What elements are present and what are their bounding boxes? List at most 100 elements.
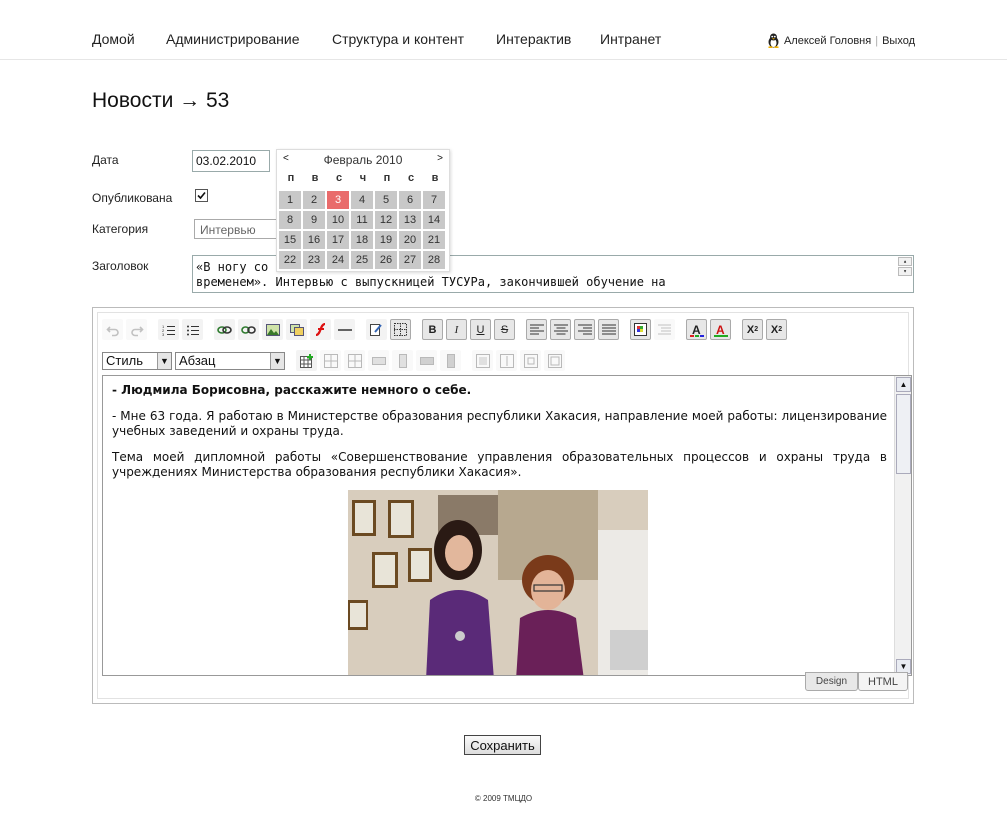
table-border-icon[interactable] bbox=[390, 319, 411, 340]
undo-icon[interactable] bbox=[102, 319, 123, 340]
calendar-next-button[interactable]: > bbox=[437, 153, 443, 164]
nav-administration[interactable]: Администрирование bbox=[166, 31, 300, 47]
calendar-day[interactable]: 18 bbox=[351, 231, 373, 249]
calendar-day[interactable]: 2 bbox=[303, 191, 325, 209]
title-scrollbar[interactable]: ▴ ▾ bbox=[898, 257, 912, 290]
calendar-day[interactable]: 16 bbox=[303, 231, 325, 249]
calendar-day-selected[interactable]: 3 bbox=[327, 191, 349, 209]
image-icon[interactable] bbox=[262, 319, 283, 340]
unordered-list-icon[interactable] bbox=[182, 319, 203, 340]
rich-text-editor: 123 B I U S A A X 2 X 2 Стиль ▼ Абзац ▼ … bbox=[92, 307, 914, 704]
nav-intranet[interactable]: Интранет bbox=[600, 31, 661, 47]
nav-interactive[interactable]: Интерактив bbox=[496, 31, 571, 47]
insert-row-icon[interactable] bbox=[368, 350, 389, 371]
paragraph-answer: - Мне 63 года. Я работаю в Министерстве … bbox=[112, 409, 887, 438]
user-area: Алексей Головня | Выход bbox=[767, 33, 915, 48]
html-mode-tab[interactable]: HTML bbox=[858, 672, 908, 691]
logout-link[interactable]: Выход bbox=[882, 35, 915, 47]
calendar-day[interactable]: 26 bbox=[375, 251, 397, 269]
insert-table-icon[interactable] bbox=[296, 350, 317, 371]
calendar-day[interactable]: 1 bbox=[279, 191, 301, 209]
calendar-day[interactable]: 12 bbox=[375, 211, 397, 229]
flash-icon[interactable] bbox=[310, 319, 331, 340]
strike-icon[interactable]: S bbox=[494, 319, 515, 340]
align-center-icon[interactable] bbox=[550, 319, 571, 340]
ordered-list-icon[interactable]: 123 bbox=[158, 319, 179, 340]
calendar-day[interactable]: 13 bbox=[399, 211, 421, 229]
calendar-day[interactable]: 9 bbox=[303, 211, 325, 229]
calendar-day[interactable]: 23 bbox=[303, 251, 325, 269]
calendar-day[interactable]: 11 bbox=[351, 211, 373, 229]
calendar-day[interactable]: 24 bbox=[327, 251, 349, 269]
underline-icon[interactable]: U bbox=[470, 319, 491, 340]
calendar-day[interactable]: 25 bbox=[351, 251, 373, 269]
editor-content-area[interactable]: - Людмила Борисовна, расскажите немного … bbox=[102, 375, 912, 676]
scroll-up-icon[interactable]: ▴ bbox=[898, 257, 912, 266]
calendar-day[interactable]: 22 bbox=[279, 251, 301, 269]
svg-text:A: A bbox=[692, 323, 701, 337]
italic-icon[interactable]: I bbox=[446, 319, 467, 340]
delete-row-icon[interactable] bbox=[416, 350, 437, 371]
category-select[interactable]: Интервью bbox=[194, 219, 284, 239]
merge-cells-icon[interactable] bbox=[472, 350, 493, 371]
calendar-weekday: п bbox=[383, 172, 391, 184]
align-left-icon[interactable] bbox=[526, 319, 547, 340]
edit-source-icon[interactable] bbox=[366, 319, 387, 340]
image-manager-icon[interactable] bbox=[286, 319, 307, 340]
cell-spacing-icon[interactable] bbox=[544, 350, 565, 371]
table-properties-icon[interactable] bbox=[320, 350, 341, 371]
cell-padding-icon[interactable] bbox=[520, 350, 541, 371]
tux-icon bbox=[768, 33, 779, 48]
calendar-day[interactable]: 19 bbox=[375, 231, 397, 249]
font-color-icon[interactable]: A bbox=[686, 319, 707, 340]
editor-text: - Людмила Борисовна, расскажите немного … bbox=[112, 383, 887, 491]
unlink-icon[interactable] bbox=[238, 319, 259, 340]
clean-icon[interactable] bbox=[654, 319, 675, 340]
link-icon[interactable] bbox=[214, 319, 235, 340]
calendar-day[interactable]: 6 bbox=[399, 191, 421, 209]
nav-home[interactable]: Домой bbox=[92, 31, 135, 47]
nav-structure-content[interactable]: Структура и контент bbox=[332, 31, 464, 47]
calendar-day[interactable]: 10 bbox=[327, 211, 349, 229]
delete-column-icon[interactable] bbox=[440, 350, 461, 371]
format-select[interactable]: Абзац ▼ bbox=[175, 351, 285, 370]
calendar-header: < Февраль 2010 > bbox=[277, 153, 449, 167]
align-right-icon[interactable] bbox=[574, 319, 595, 340]
scroll-thumb[interactable] bbox=[896, 394, 911, 474]
calendar-day[interactable]: 7 bbox=[423, 191, 445, 209]
calendar-day[interactable]: 20 bbox=[399, 231, 421, 249]
paste-word-icon[interactable] bbox=[630, 319, 651, 340]
align-justify-icon[interactable] bbox=[598, 319, 619, 340]
scroll-down-icon[interactable]: ▾ bbox=[898, 267, 912, 276]
scroll-up-icon[interactable]: ▲ bbox=[896, 377, 911, 392]
calendar-month: Февраль 2010 bbox=[323, 153, 403, 167]
calendar-day[interactable]: 15 bbox=[279, 231, 301, 249]
superscript-icon[interactable]: X2 bbox=[742, 319, 763, 340]
calendar-weekday: с bbox=[407, 172, 415, 184]
editor-frame: 123 B I U S A A X 2 X 2 Стиль ▼ Абзац ▼ … bbox=[97, 312, 912, 699]
split-cells-icon[interactable] bbox=[496, 350, 517, 371]
editor-scrollbar[interactable]: ▲ ▼ bbox=[894, 376, 911, 675]
subscript-icon[interactable]: X2 bbox=[766, 319, 787, 340]
cell-properties-icon[interactable] bbox=[344, 350, 365, 371]
save-button[interactable]: Сохранить bbox=[464, 735, 541, 755]
published-checkbox[interactable] bbox=[195, 189, 208, 202]
redo-icon[interactable] bbox=[126, 319, 147, 340]
calendar-day[interactable]: 17 bbox=[327, 231, 349, 249]
calendar-day[interactable]: 8 bbox=[279, 211, 301, 229]
highlight-icon[interactable]: A bbox=[710, 319, 731, 340]
calendar-day[interactable]: 14 bbox=[423, 211, 445, 229]
date-input[interactable]: 03.02.2010 bbox=[192, 150, 270, 172]
bold-icon[interactable]: B bbox=[422, 319, 443, 340]
calendar-day[interactable]: 27 bbox=[399, 251, 421, 269]
title-label: Заголовок bbox=[92, 259, 149, 273]
calendar-day[interactable]: 5 bbox=[375, 191, 397, 209]
user-name-link[interactable]: Алексей Головня bbox=[784, 35, 871, 47]
calendar-day[interactable]: 4 bbox=[351, 191, 373, 209]
horizontal-rule-icon[interactable] bbox=[334, 319, 355, 340]
calendar-day[interactable]: 28 bbox=[423, 251, 445, 269]
design-mode-tab[interactable]: Design bbox=[805, 672, 858, 691]
calendar-day[interactable]: 21 bbox=[423, 231, 445, 249]
style-select[interactable]: Стиль ▼ bbox=[102, 351, 172, 370]
insert-column-icon[interactable] bbox=[392, 350, 413, 371]
